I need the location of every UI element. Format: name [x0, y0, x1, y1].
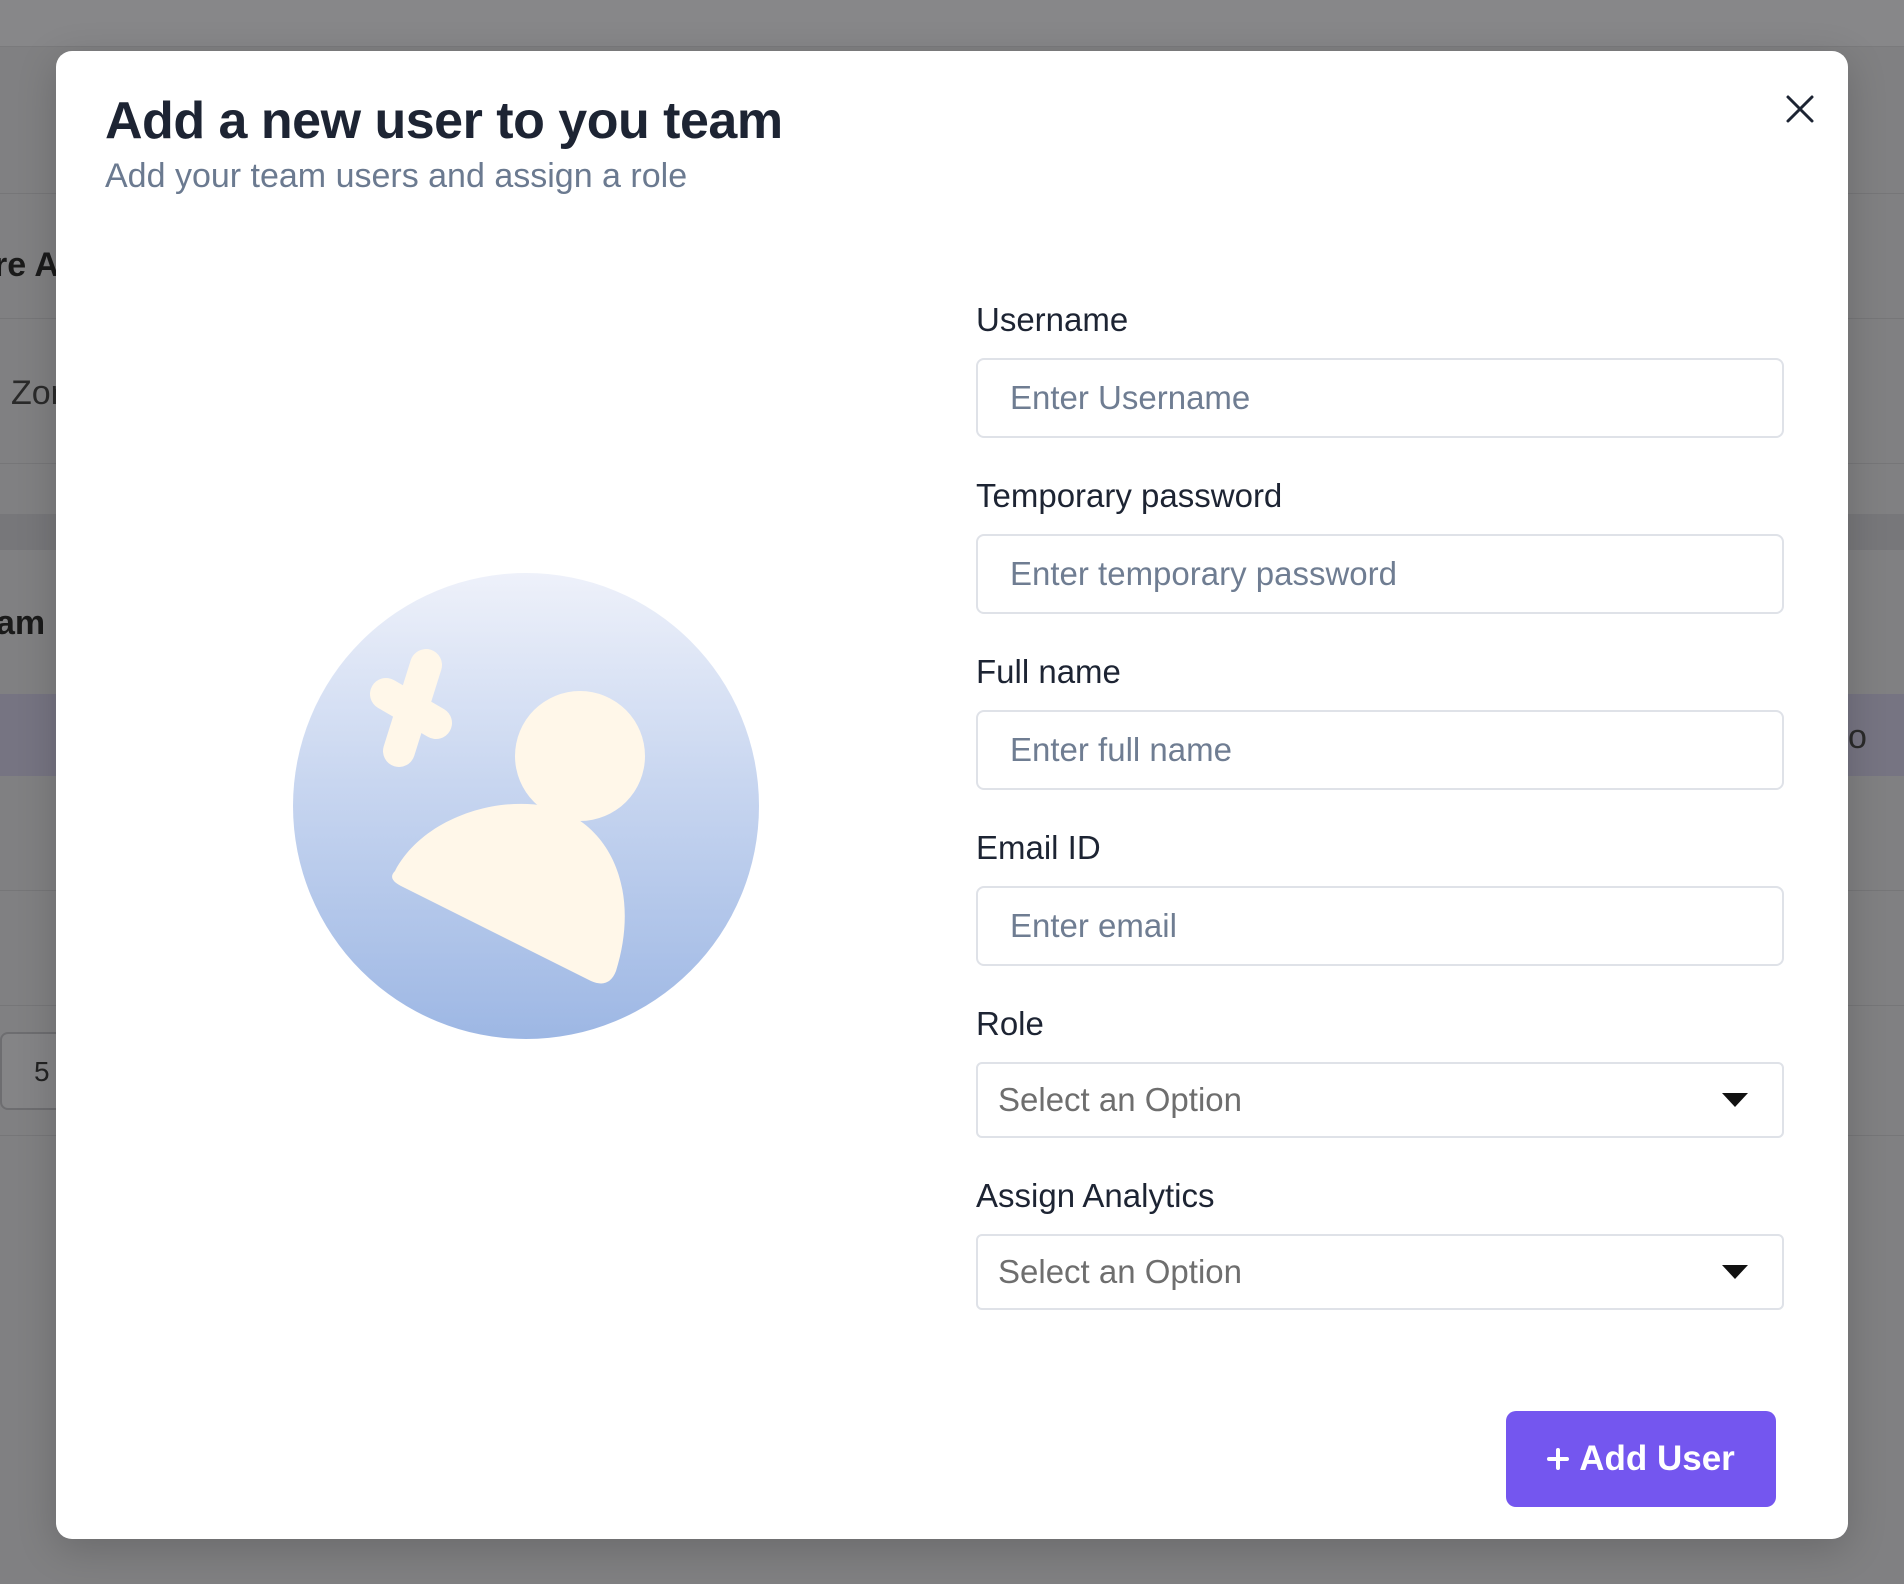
username-label: Username — [976, 301, 1129, 338]
full-name-input[interactable] — [976, 710, 1784, 790]
modal-subtitle: Add your team users and assign a role — [105, 157, 688, 195]
add-user-modal: Add a new user to you team Add your team… — [56, 51, 1848, 1539]
background-heading-fragment: am — [0, 604, 46, 642]
background-topbar — [0, 0, 1904, 47]
role-select[interactable]: Select an Option — [976, 1062, 1784, 1138]
background-heading-fragment: re A — [0, 246, 59, 284]
modal-title: Add a new user to you team — [105, 92, 783, 150]
add-user-button[interactable]: Add User — [1506, 1411, 1776, 1507]
role-select-value: Select an Option — [998, 1081, 1242, 1118]
assign-analytics-select-value: Select an Option — [998, 1253, 1242, 1290]
background-header-fragment: o — [1848, 718, 1867, 756]
close-button[interactable] — [1772, 81, 1828, 137]
email-label: Email ID — [976, 829, 1101, 866]
email-input[interactable] — [976, 886, 1784, 966]
close-icon — [1786, 95, 1814, 123]
temporary-password-input[interactable] — [976, 534, 1784, 614]
temporary-password-label: Temporary password — [976, 477, 1283, 514]
plus-icon — [1547, 1448, 1570, 1470]
assign-analytics-label: Assign Analytics — [976, 1177, 1215, 1214]
username-input[interactable] — [976, 358, 1784, 438]
remove-user-avatar-icon — [293, 573, 759, 1039]
assign-analytics-select[interactable]: Select an Option — [976, 1234, 1784, 1310]
add-user-button-label: Add User — [1579, 1439, 1735, 1478]
caret-down-icon — [1722, 1093, 1748, 1107]
full-name-label: Full name — [976, 653, 1121, 690]
caret-down-icon — [1722, 1265, 1748, 1279]
role-label: Role — [976, 1005, 1044, 1042]
